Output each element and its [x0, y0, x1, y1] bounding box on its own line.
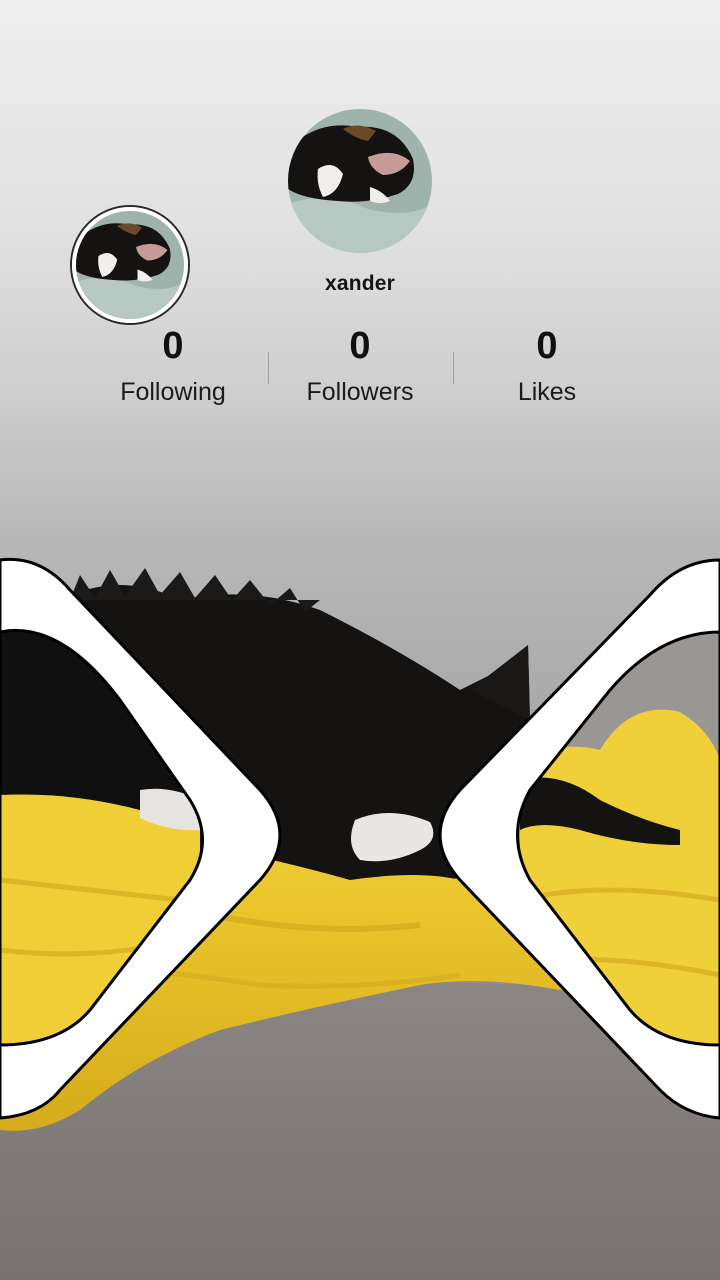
followers-label: Followers	[306, 378, 414, 406]
stat-divider	[268, 352, 269, 384]
secondary-avatar[interactable]	[72, 207, 188, 323]
username: xander	[324, 272, 396, 295]
following-stat[interactable]: 0 Following	[83, 322, 263, 408]
following-label: Following	[120, 378, 226, 406]
cat-avatar-icon	[288, 109, 432, 253]
stat-divider	[453, 352, 454, 384]
following-count: 0	[162, 325, 184, 367]
followers-count: 0	[349, 325, 371, 367]
likes-label: Likes	[517, 378, 577, 406]
followers-stat[interactable]: 0 Followers	[270, 322, 450, 408]
likes-count: 0	[536, 325, 558, 367]
profile-avatar[interactable]	[288, 109, 432, 253]
likes-stat[interactable]: 0 Likes	[457, 322, 637, 408]
cat-avatar-icon	[76, 211, 184, 319]
